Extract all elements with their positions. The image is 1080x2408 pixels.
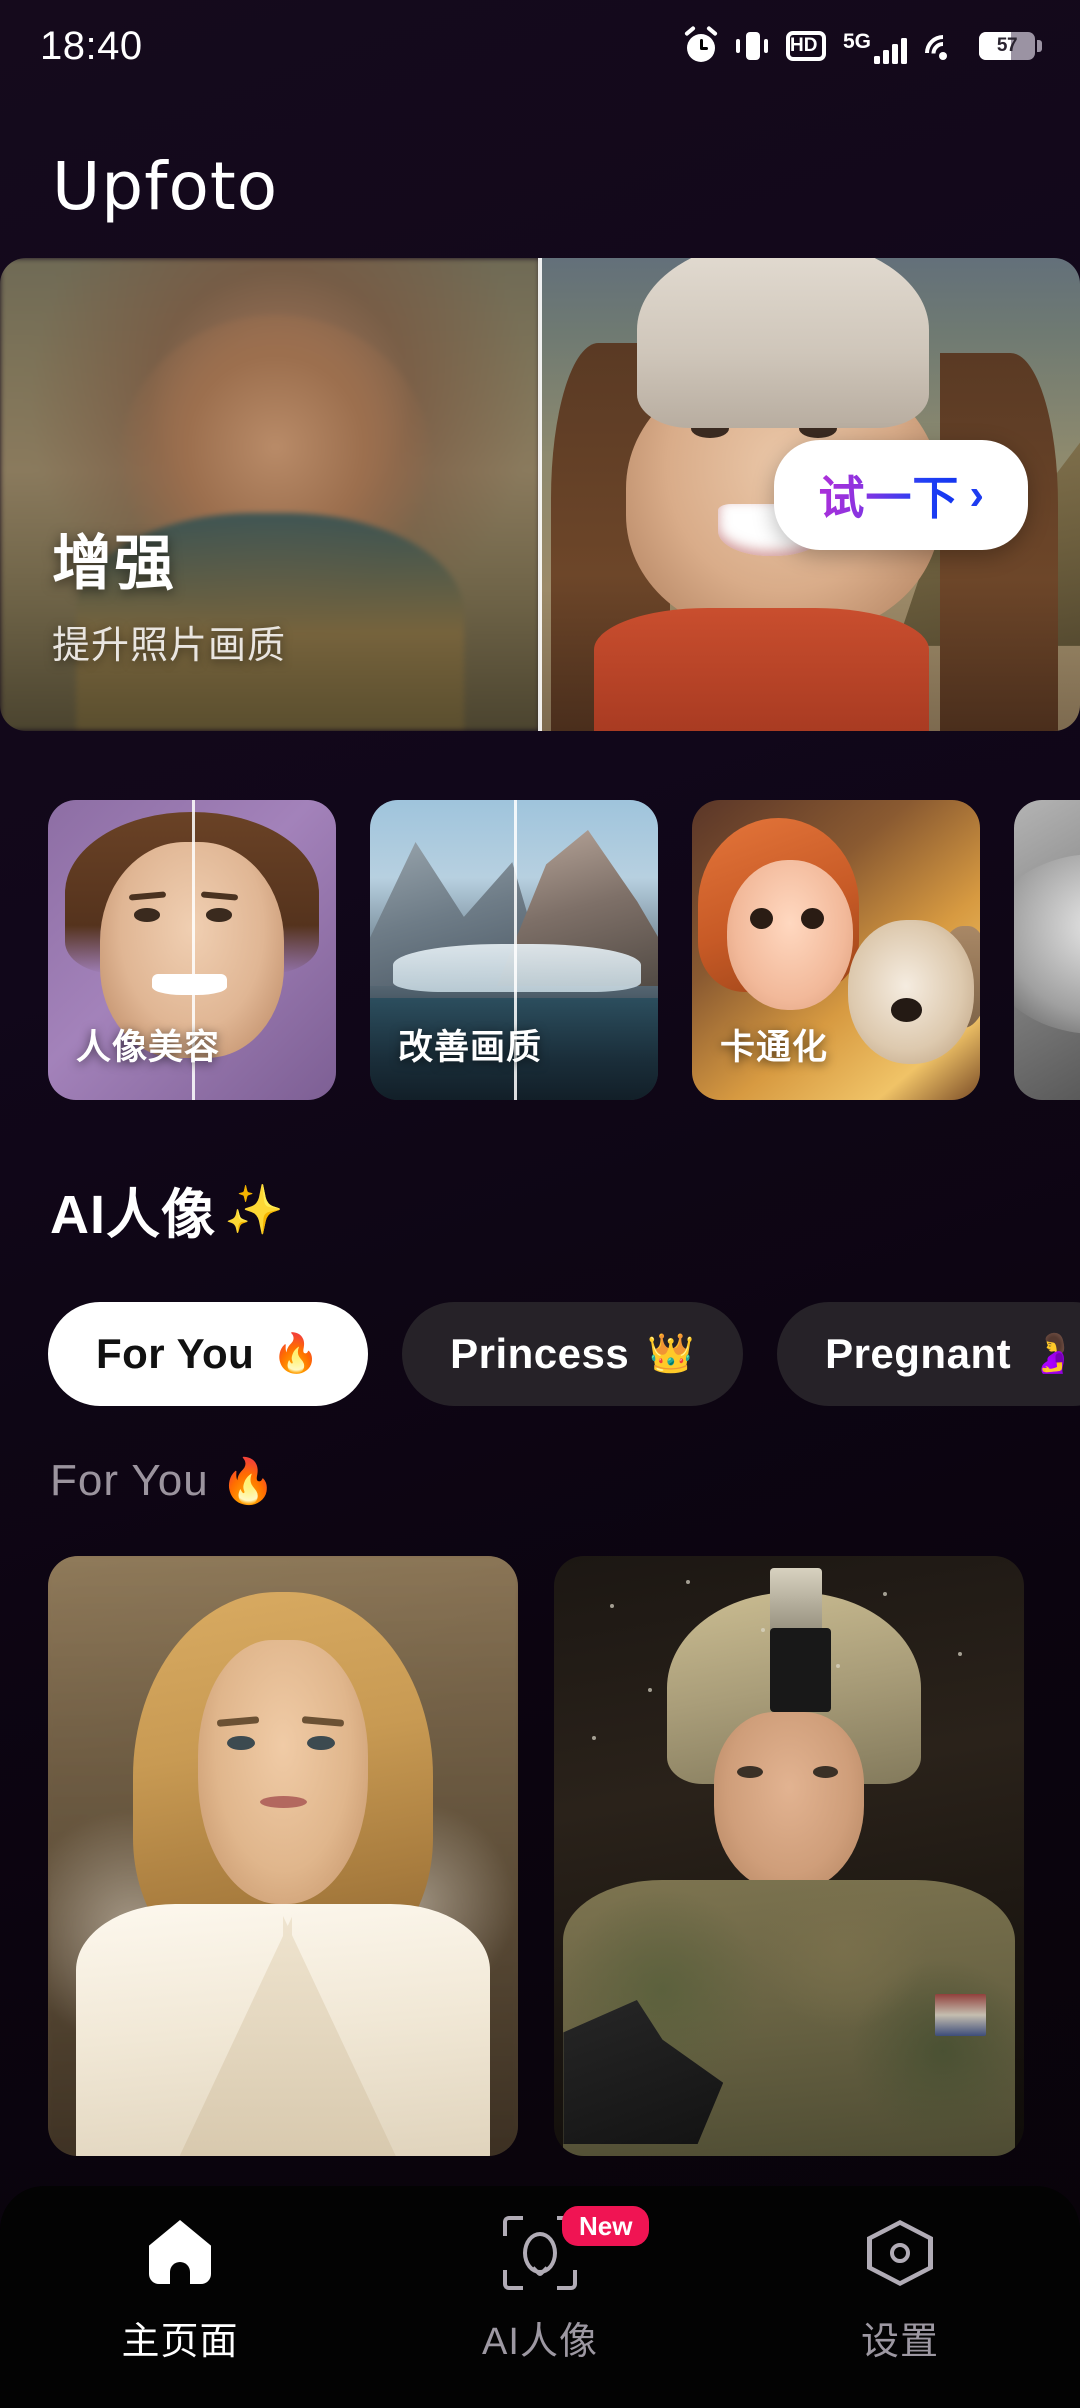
battery-percent-label: 57	[996, 35, 1018, 56]
hero-text-block: 增强 提升照片画质	[52, 515, 286, 669]
pregnant-woman-icon: 🤰	[1029, 1333, 1077, 1375]
snow-specks	[554, 1556, 1024, 2156]
alarm-icon	[684, 25, 718, 63]
section-title-text: AI人像	[50, 1185, 216, 1245]
feature-card-cartoonize[interactable]: 卡通化	[692, 800, 980, 1100]
new-badge: New	[562, 2206, 650, 2246]
subheading-text: For You	[50, 1456, 209, 1505]
status-bar: 18:40 HD 5G 57	[0, 0, 1080, 92]
feature-card-label: 卡通化	[720, 1028, 829, 1067]
sparkles-icon: ✨	[224, 1184, 285, 1237]
grid-item-soldier[interactable]	[554, 1556, 1024, 2156]
nav-item-home[interactable]: 主页面	[0, 2216, 360, 2365]
nav-item-ai-portrait[interactable]: New AI人像	[360, 2206, 720, 2365]
hero-banner[interactable]: 增强 提升照片画质 试一下 ›	[0, 258, 1080, 731]
wifi-icon	[917, 27, 969, 79]
before-after-divider	[538, 258, 542, 731]
app-screen: 18:40 HD 5G 57 Upfoto 增强 提升照片画质 试一下 › 人像…	[0, 0, 1080, 2408]
home-icon	[143, 2216, 217, 2290]
ai-portrait-grid[interactable]	[48, 1556, 1048, 2156]
network-type-label: 5G	[842, 30, 871, 53]
nav-label-ai-portrait: AI人像	[482, 2321, 598, 2363]
chip-label: Princess	[450, 1330, 630, 1377]
feature-card-portrait-beauty[interactable]: 人像美容	[48, 800, 336, 1100]
chip-princess[interactable]: Princess 👑	[402, 1302, 744, 1406]
nav-label-settings: 设置	[860, 2321, 939, 2363]
chip-label: For You	[96, 1330, 255, 1377]
hero-try-label: 试一下	[818, 462, 959, 528]
app-name-text: Upfoto	[52, 148, 279, 225]
battery-icon: 57	[979, 32, 1042, 60]
hero-subtitle: 提升照片画质	[52, 625, 287, 667]
nav-item-settings[interactable]: 设置	[720, 2216, 1080, 2365]
bottom-navigation-bar[interactable]: 主页面 New AI人像 设置	[0, 2186, 1080, 2408]
app-logo: Upfoto	[52, 148, 278, 225]
hd-icon: HD	[785, 31, 826, 61]
5g-signal-icon: 5G	[843, 28, 907, 64]
status-clock: 18:40	[40, 23, 143, 68]
fire-icon: 🔥	[220, 1457, 277, 1506]
grid-item-blonde-blazer[interactable]	[48, 1556, 518, 2156]
ai-portrait-section-title: AI人像 ✨	[50, 1170, 285, 1249]
chip-label: Pregnant	[825, 1330, 1012, 1377]
hero-try-button[interactable]: 试一下 ›	[774, 439, 1028, 550]
category-chip-row[interactable]: For You 🔥 Princess 👑 Pregnant 🤰	[0, 1296, 1080, 1412]
feature-card-improve-quality[interactable]: 改善画质	[370, 800, 658, 1100]
nav-label-home: 主页面	[121, 2321, 239, 2363]
status-icon-group: HD 5G 57	[684, 25, 1042, 79]
feature-card-label: 改善画质	[398, 1028, 543, 1067]
hero-title: 增强	[52, 530, 176, 597]
chip-for-you[interactable]: For You 🔥	[48, 1302, 369, 1406]
crown-icon: 👑	[647, 1333, 696, 1375]
feature-card-carousel[interactable]: 人像美容 改善画质 卡通化	[0, 800, 1080, 1100]
chip-pregnant[interactable]: Pregnant 🤰	[777, 1302, 1080, 1406]
settings-gear-icon	[863, 2216, 937, 2290]
fire-icon: 🔥	[272, 1333, 321, 1375]
vibrate-icon	[735, 30, 769, 62]
chevron-right-icon: ›	[969, 469, 984, 519]
for-you-subheading: For You 🔥	[50, 1455, 276, 1507]
feature-card-next-partial[interactable]	[1014, 800, 1080, 1100]
feature-card-label: 人像美容	[76, 1028, 221, 1067]
